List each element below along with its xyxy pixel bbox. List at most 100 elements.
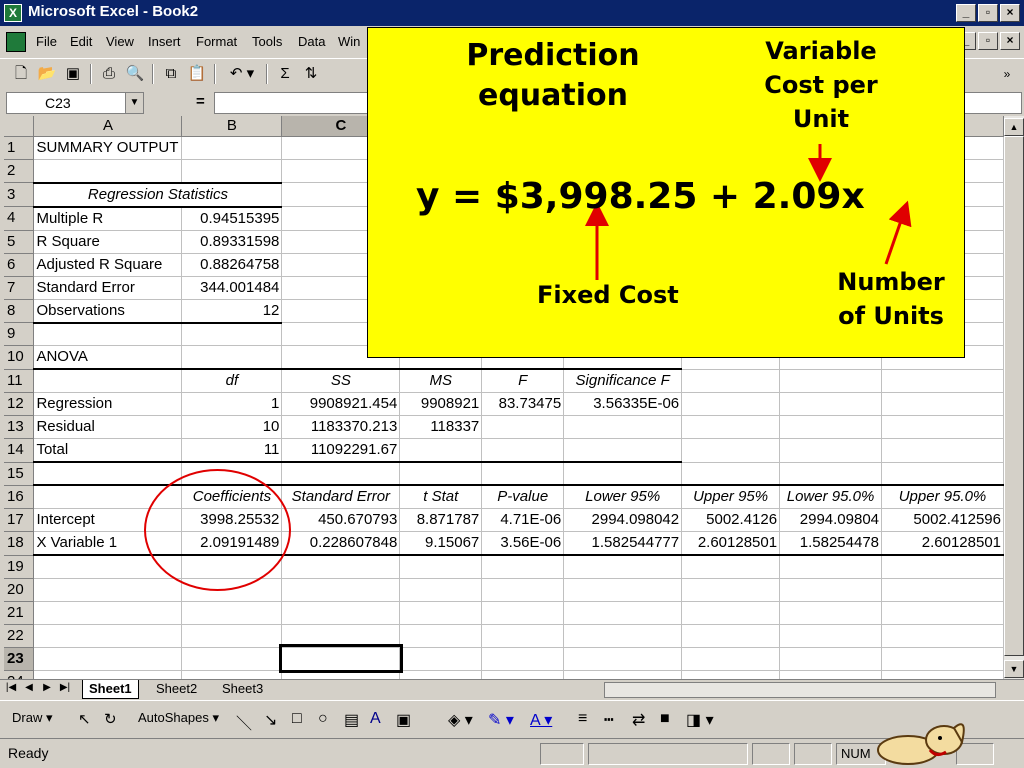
cell-e20[interactable] <box>481 578 565 602</box>
cell-a11[interactable] <box>33 368 183 393</box>
formula-equals-icon[interactable]: = <box>196 93 205 110</box>
cell-e23[interactable] <box>481 647 565 671</box>
row-header[interactable]: 2 <box>4 159 35 183</box>
cell-h11[interactable] <box>779 369 883 393</box>
sort-ascending-icon[interactable]: ⇅ <box>300 63 322 85</box>
arrow-icon[interactable]: ↘ <box>264 710 277 730</box>
row-header[interactable]: 11 <box>4 369 35 393</box>
cell-b2[interactable] <box>181 159 283 183</box>
cell-a9[interactable] <box>33 322 183 346</box>
scroll-thumb[interactable] <box>1004 136 1024 656</box>
cell-e16[interactable]: P-value <box>481 484 565 509</box>
maximize-button[interactable]: ▫ <box>978 4 998 22</box>
cell-i20[interactable] <box>881 578 1004 602</box>
new-icon[interactable]: 🗋 <box>10 63 32 85</box>
cell-h24[interactable] <box>779 670 883 679</box>
cell-h23[interactable] <box>779 647 883 671</box>
cell-g24[interactable] <box>681 670 781 679</box>
rectangle-icon[interactable]: □ <box>292 710 302 728</box>
cell-b6[interactable]: 0.88264758 <box>181 253 283 277</box>
cell-a8[interactable]: Observations <box>33 299 183 324</box>
cell-d12[interactable]: 9908921 <box>399 392 483 416</box>
cell-g22[interactable] <box>681 624 781 648</box>
cell-b21[interactable] <box>181 601 283 625</box>
cell-i12[interactable] <box>881 392 1004 416</box>
cell-g11[interactable] <box>681 369 781 393</box>
cell-i16[interactable]: Upper 95.0% <box>881 484 1004 509</box>
name-box[interactable]: C23 ▼ <box>6 92 144 114</box>
undo-icon[interactable]: ↶ ▾ <box>222 63 262 85</box>
cell-a2[interactable] <box>33 159 183 183</box>
row-header[interactable]: 1 <box>4 136 35 160</box>
cell-f19[interactable] <box>563 555 683 579</box>
cell-b22[interactable] <box>181 624 283 648</box>
open-icon[interactable]: 📂 <box>36 63 58 85</box>
cell-h12[interactable] <box>779 392 883 416</box>
row-header[interactable]: 23 <box>4 647 35 671</box>
horizontal-scrollbar[interactable] <box>604 682 996 698</box>
cell-b4[interactable]: 0.94515395 <box>181 206 283 231</box>
row-header[interactable]: 14 <box>4 438 35 463</box>
cell-e22[interactable] <box>481 624 565 648</box>
cell-h21[interactable] <box>779 601 883 625</box>
cell-c14[interactable]: 11092291.67 <box>281 438 401 463</box>
close-button[interactable]: × <box>1000 4 1020 22</box>
excel-app-icon[interactable]: X <box>4 4 22 22</box>
cell-b13[interactable]: 10 <box>181 415 283 439</box>
cell-d21[interactable] <box>399 601 483 625</box>
cell-c22[interactable] <box>281 624 401 648</box>
cell-b8[interactable]: 12 <box>181 299 283 324</box>
row-header[interactable]: 22 <box>4 624 35 648</box>
cell-i14[interactable] <box>881 438 1004 463</box>
cell-e12[interactable]: 83.73475 <box>481 392 565 416</box>
row-header[interactable]: 10 <box>4 345 35 370</box>
cell-b23[interactable] <box>181 647 283 671</box>
cell-a4[interactable]: Multiple R <box>33 206 183 231</box>
cell-h16[interactable]: Lower 95.0% <box>779 484 883 509</box>
cell-c11[interactable]: SS <box>281 368 401 393</box>
cell-b1[interactable] <box>181 136 283 160</box>
row-header[interactable]: 18 <box>4 531 35 556</box>
cell-f21[interactable] <box>563 601 683 625</box>
cell-a24[interactable] <box>33 670 183 679</box>
cell-d23[interactable] <box>399 647 483 671</box>
menu-insert[interactable]: Insert <box>148 34 181 49</box>
row-header[interactable]: 5 <box>4 230 35 254</box>
cell-a3[interactable]: Regression Statistics <box>33 181 283 208</box>
cell-b5[interactable]: 0.89331598 <box>181 230 283 254</box>
dash-style-icon[interactable]: ┅ <box>604 710 614 730</box>
cell-a21[interactable] <box>33 601 183 625</box>
cell-h17[interactable]: 2994.09804 <box>779 508 883 532</box>
autoshapes-menu-button[interactable]: AutoShapes ▾ <box>138 710 219 726</box>
menu-edit[interactable]: Edit <box>70 34 92 49</box>
cell-i22[interactable] <box>881 624 1004 648</box>
row-header[interactable]: 17 <box>4 508 35 532</box>
cell-b12[interactable]: 1 <box>181 392 283 416</box>
cell-h14[interactable] <box>779 438 883 463</box>
cell-c20[interactable] <box>281 578 401 602</box>
doc-close-button[interactable]: × <box>1000 32 1020 50</box>
row-header[interactable]: 16 <box>4 485 35 509</box>
cell-a22[interactable] <box>33 624 183 648</box>
cell-a1[interactable]: SUMMARY OUTPUT <box>33 136 183 160</box>
cell-a14[interactable]: Total <box>33 438 183 463</box>
cell-e19[interactable] <box>481 555 565 579</box>
cell-a20[interactable] <box>33 578 183 602</box>
cell-f12[interactable]: 3.56335E-06 <box>563 392 683 416</box>
cell-c21[interactable] <box>281 601 401 625</box>
menu-data[interactable]: Data <box>298 34 325 49</box>
cell-a15[interactable] <box>33 462 183 486</box>
fill-color-icon[interactable]: ◈ ▾ <box>448 710 473 730</box>
cell-b10[interactable] <box>181 345 283 370</box>
font-color-icon[interactable]: A ▾ <box>530 710 552 730</box>
cell-a5[interactable]: R Square <box>33 230 183 254</box>
cell-f16[interactable]: Lower 95% <box>563 484 683 509</box>
row-header[interactable]: 24 <box>4 670 35 679</box>
cell-h22[interactable] <box>779 624 883 648</box>
row-header[interactable]: 12 <box>4 392 35 416</box>
cell-h18[interactable]: 1.58254478 <box>779 531 883 556</box>
next-sheet-icon[interactable]: ▶ <box>40 682 54 693</box>
scroll-down-icon[interactable]: ▼ <box>1004 660 1024 678</box>
cell-g12[interactable] <box>681 392 781 416</box>
cell-d13[interactable]: 118337 <box>399 415 483 439</box>
